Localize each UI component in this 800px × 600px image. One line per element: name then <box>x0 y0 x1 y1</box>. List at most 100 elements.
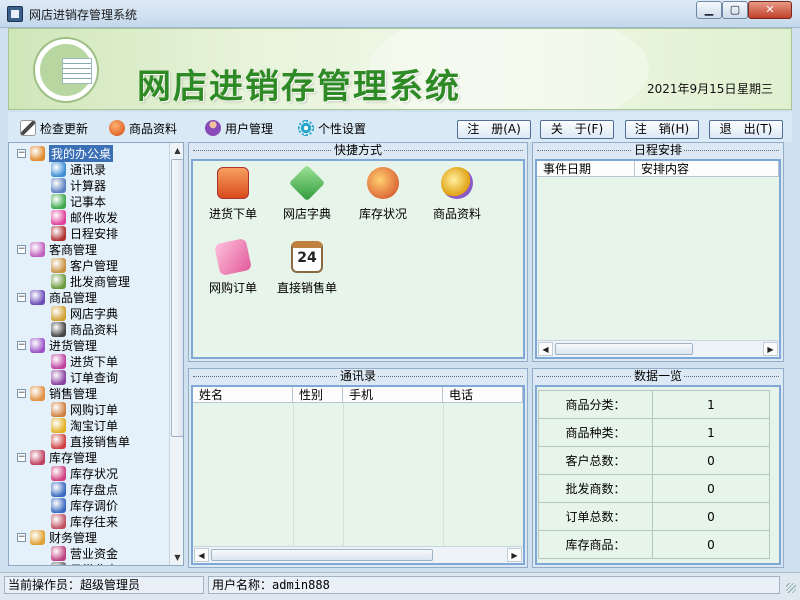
product-data-button[interactable]: 商品资料 <box>109 119 177 137</box>
overview-value: 0 <box>652 530 770 559</box>
column-mobile[interactable]: 手机 <box>343 387 443 403</box>
column-phone[interactable]: 电话 <box>443 387 523 403</box>
scroll-right-icon[interactable]: ▶ <box>763 342 778 356</box>
tree-label: 商品资料 <box>70 322 119 337</box>
sales-icon <box>30 385 45 401</box>
tree-group[interactable]: − 客商管理 <box>17 241 97 257</box>
scroll-thumb[interactable] <box>555 343 693 355</box>
overview-label: 库存商品： <box>538 530 653 559</box>
collapse-icon[interactable]: − <box>17 292 26 302</box>
logout-button[interactable]: 注 销(H) <box>625 120 699 139</box>
overview-row: 订单总数： 0 <box>538 502 770 531</box>
tree-item[interactable]: 进货下单 <box>51 353 118 369</box>
shortcut-label: 网购订单 <box>208 281 257 295</box>
collapse-icon[interactable]: − <box>17 532 26 542</box>
tree-group[interactable]: − 进货管理 <box>17 337 97 353</box>
schedule-hscrollbar[interactable]: ◀ ▶ <box>537 340 779 357</box>
tree-item[interactable]: 日常收支 <box>51 561 118 566</box>
tree-item[interactable]: 计算器 <box>51 177 106 193</box>
shortcut-stock-status[interactable]: 库存状况 <box>343 167 423 222</box>
stock-box-icon <box>367 167 399 199</box>
resize-grip-icon[interactable] <box>786 583 796 593</box>
check-update-button[interactable]: 检查更新 <box>20 119 88 137</box>
collapse-icon[interactable]: − <box>17 148 26 158</box>
personal-settings-button[interactable]: 个性设置 <box>298 119 366 137</box>
collapse-icon[interactable]: − <box>17 340 26 350</box>
tree-group[interactable]: − 库存管理 <box>17 449 97 465</box>
tree-scrollbar[interactable]: ▲ ▼ <box>169 143 183 565</box>
tree-item[interactable]: 网购订单 <box>51 401 118 417</box>
column-arrangement[interactable]: 安排内容 <box>635 161 779 177</box>
tree-item[interactable]: 客户管理 <box>51 257 118 273</box>
overview-row: 批发商数： 0 <box>538 474 770 503</box>
shortcut-dictionary[interactable]: 网店字典 <box>267 164 347 222</box>
tree-item[interactable]: 日程安排 <box>51 225 118 241</box>
tree-item[interactable]: 库存盘点 <box>51 481 118 497</box>
tree-label: 直接销售单 <box>70 434 131 449</box>
direct-sale-icon <box>51 433 66 449</box>
tree-item[interactable]: 库存往来 <box>51 513 118 529</box>
column-gender[interactable]: 性别 <box>293 387 343 403</box>
tree-item[interactable]: 邮件收发 <box>51 209 118 225</box>
exit-button[interactable]: 退 出(T) <box>709 120 783 139</box>
stock-status-icon <box>51 465 66 481</box>
online-order-icon <box>51 401 66 417</box>
scroll-thumb[interactable] <box>171 159 183 437</box>
collapse-icon[interactable]: − <box>17 452 26 462</box>
scroll-up-icon[interactable]: ▲ <box>170 143 183 158</box>
overview-value: 0 <box>652 446 770 475</box>
tree-item[interactable]: 订单查询 <box>51 369 118 385</box>
tree-label: 日常收支 <box>70 561 118 566</box>
scroll-right-icon[interactable]: ▶ <box>507 548 522 562</box>
tree-group[interactable]: − 我的办公桌 <box>17 144 114 162</box>
contacts-panel-title: 通讯录 <box>337 369 378 383</box>
contacts-grid-header: 姓名 性别 手机 电话 <box>193 387 523 403</box>
contacts-hscrollbar[interactable]: ◀ ▶ <box>193 546 523 563</box>
column-event-date[interactable]: 事件日期 <box>537 161 635 177</box>
tree-label: 营业资金 <box>70 546 119 561</box>
column-name[interactable]: 姓名 <box>193 387 293 403</box>
stock-flow-icon <box>51 513 66 529</box>
shortcut-online-order[interactable]: 网购订单 <box>193 238 273 296</box>
overview-value: 1 <box>652 390 770 419</box>
scroll-thumb[interactable] <box>211 549 433 561</box>
collapse-icon[interactable]: − <box>17 244 26 254</box>
price-adjust-icon <box>51 497 66 513</box>
shortcut-product-data[interactable]: 商品资料 <box>417 167 497 222</box>
maximize-button[interactable]: ▢ <box>722 1 748 19</box>
tree-item[interactable]: 通讯录 <box>51 161 106 177</box>
minimize-button[interactable]: ▁ <box>696 1 722 19</box>
tree-label: 客户管理 <box>70 258 119 273</box>
user-manage-button[interactable]: 用户管理 <box>205 119 273 137</box>
tree-item[interactable]: 库存调价 <box>51 497 118 513</box>
shortcut-purchase-order[interactable]: 进货下单 <box>193 167 273 222</box>
register-button[interactable]: 注 册(A) <box>457 120 531 139</box>
tree-group[interactable]: − 财务管理 <box>17 529 97 545</box>
close-button[interactable]: ✕ <box>748 1 792 19</box>
tree-group[interactable]: − 销售管理 <box>17 385 97 401</box>
title-bar: 网店进销存管理系统 ▁ ▢ ✕ <box>0 0 800 28</box>
about-button[interactable]: 关 于(F) <box>540 120 614 139</box>
tree-item[interactable]: 淘宝订单 <box>51 417 118 433</box>
dictionary-icon <box>51 305 66 321</box>
scroll-left-icon[interactable]: ◀ <box>194 548 209 562</box>
shortcut-direct-sale[interactable]: 24 直接销售单 <box>267 241 347 296</box>
tree-label: 库存往来 <box>70 514 119 529</box>
tree-item[interactable]: 商品资料 <box>51 321 118 337</box>
tree-label: 库存调价 <box>70 498 119 513</box>
tree-item[interactable]: 库存状况 <box>51 465 118 481</box>
tree-item[interactable]: 网店字典 <box>51 305 118 321</box>
tree-item[interactable]: 营业资金 <box>51 545 118 561</box>
tree-item[interactable]: 批发商管理 <box>51 273 130 289</box>
gear-icon <box>298 120 314 136</box>
tree-item[interactable]: 记事本 <box>51 193 106 209</box>
schedule-grid: 事件日期 安排内容 ◀ ▶ <box>535 159 781 359</box>
tree-label: 批发商管理 <box>70 274 131 289</box>
tree-item[interactable]: 直接销售单 <box>51 433 130 449</box>
tree-label: 库存状况 <box>70 466 119 481</box>
users-icon <box>205 120 221 136</box>
tree-group[interactable]: − 商品管理 <box>17 289 97 305</box>
scroll-down-icon[interactable]: ▼ <box>170 550 183 565</box>
collapse-icon[interactable]: − <box>17 388 26 398</box>
scroll-left-icon[interactable]: ◀ <box>538 342 553 356</box>
